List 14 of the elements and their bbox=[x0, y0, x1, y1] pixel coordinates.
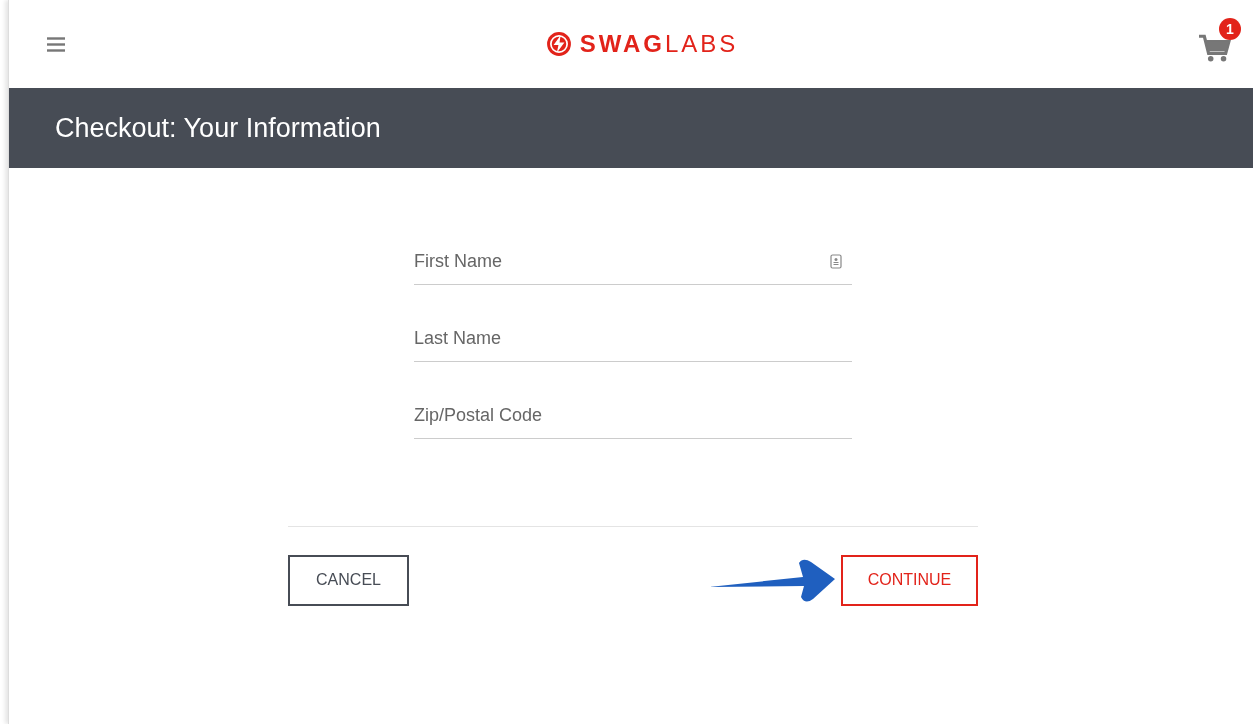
cancel-button[interactable]: CANCEL bbox=[288, 554, 409, 606]
page-title: Checkout: Your Information bbox=[55, 112, 381, 144]
cart-button[interactable] bbox=[1199, 34, 1231, 62]
input-field[interactable]: Zip/Postal Code bbox=[414, 392, 852, 439]
logo-icon bbox=[545, 31, 572, 57]
menu-button[interactable] bbox=[47, 36, 65, 52]
continue-button[interactable]: CONTINUE bbox=[841, 554, 978, 606]
input-field[interactable]: First Name bbox=[414, 238, 852, 285]
cart-icon bbox=[1199, 34, 1231, 62]
logo-text: SWAGLABS bbox=[579, 30, 739, 58]
input-field[interactable]: Last Name bbox=[414, 315, 852, 362]
contact-card-icon[interactable] bbox=[830, 254, 842, 269]
menu-icon bbox=[47, 36, 65, 52]
cart-count-badge: 1 bbox=[1219, 18, 1241, 40]
